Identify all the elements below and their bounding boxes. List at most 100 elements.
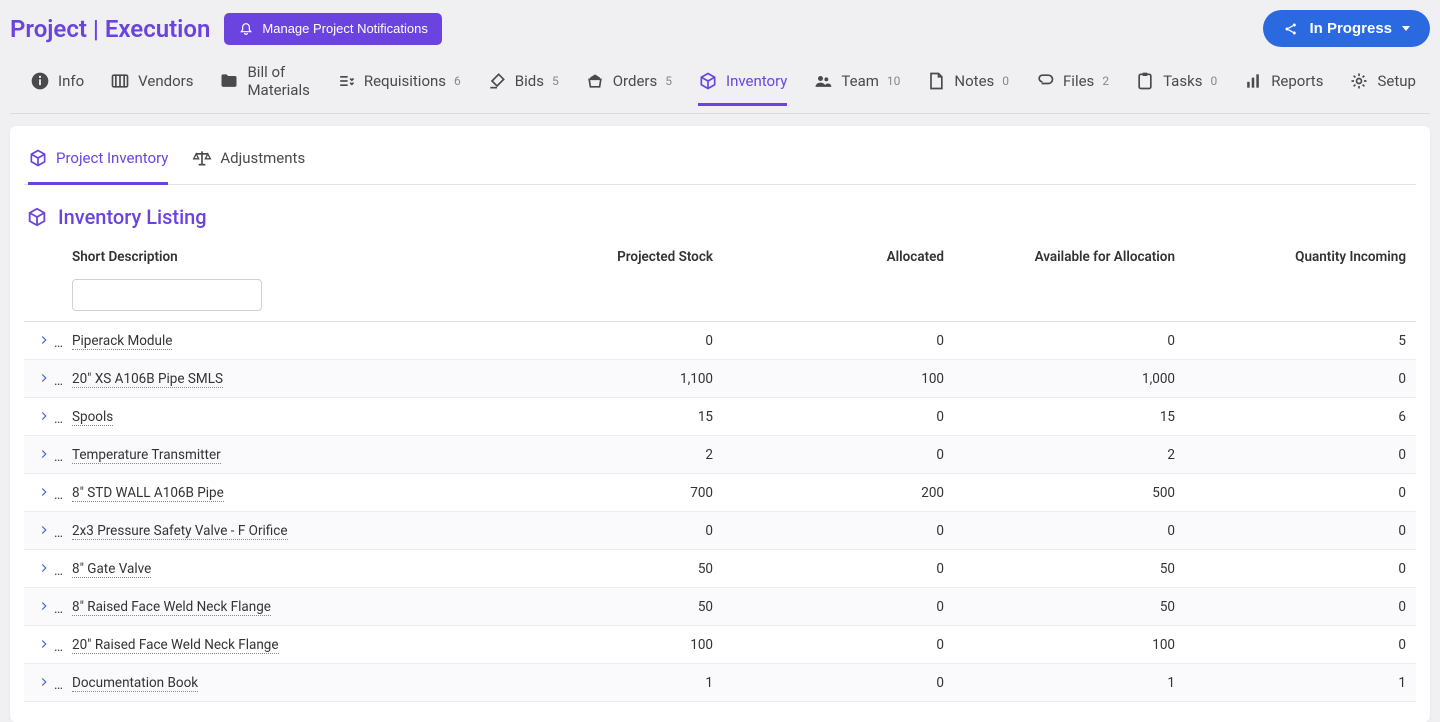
cell-available: 1,000 — [954, 360, 1185, 398]
cell-projected: 100 — [492, 626, 723, 664]
sub-tabs: Project Inventory Adjustments — [24, 142, 1416, 185]
tab-label: Bids — [515, 72, 544, 90]
expand-row-button[interactable] — [34, 330, 54, 350]
tab-inventory[interactable]: Inventory — [698, 61, 787, 106]
table-row: 20" XS A106B Pipe SMLS1,1001001,0000 — [24, 360, 1416, 398]
expand-row-button[interactable] — [34, 520, 54, 540]
tab-notes[interactable]: Notes0 — [926, 61, 1009, 106]
cell-projected: 2 — [492, 436, 723, 474]
tab-bill-of-materials[interactable]: Bill of Materials — [219, 53, 309, 114]
cell-incoming: 0 — [1185, 588, 1416, 626]
cell-available: 1 — [954, 664, 1185, 702]
expand-row-button[interactable] — [34, 444, 54, 464]
expand-row-button[interactable] — [34, 634, 54, 654]
tab-vendors[interactable]: Vendors — [110, 61, 193, 106]
tab-team[interactable]: Team10 — [813, 61, 900, 106]
expand-row-button[interactable] — [34, 672, 54, 692]
main-panel: Project Inventory Adjustments Inventory … — [10, 126, 1430, 722]
chevron-down-icon — [1402, 26, 1410, 31]
col-short-description[interactable]: Short Description — [62, 241, 492, 273]
cell-incoming: 5 — [1185, 322, 1416, 360]
col-allocated[interactable]: Allocated — [723, 241, 954, 273]
cell-description[interactable]: 20" XS A106B Pipe SMLS — [72, 371, 223, 388]
tab-info[interactable]: Info — [30, 61, 84, 106]
chevron-right-icon — [37, 371, 51, 385]
expand-row-button[interactable] — [34, 596, 54, 616]
tab-label: Reports — [1271, 72, 1323, 90]
tasks-icon — [1135, 71, 1155, 91]
chevron-right-icon — [37, 409, 51, 423]
expand-row-button[interactable] — [34, 368, 54, 388]
status-button[interactable]: In Progress — [1263, 10, 1430, 47]
cell-available: 0 — [954, 322, 1185, 360]
tab-count: 6 — [454, 74, 461, 88]
cell-incoming: 1 — [1185, 664, 1416, 702]
cell-description[interactable]: 20" Raised Face Weld Neck Flange — [72, 637, 279, 654]
cell-description[interactable]: 2x3 Pressure Safety Valve - F Orifice — [72, 523, 288, 540]
table-row: Documentation Book1011 — [24, 664, 1416, 702]
cell-available: 0 — [954, 512, 1185, 550]
col-projected-stock[interactable]: Projected Stock — [492, 241, 723, 273]
cell-projected: 700 — [492, 474, 723, 512]
tab-setup[interactable]: Setup — [1349, 61, 1415, 106]
col-incoming[interactable]: Quantity Incoming — [1185, 241, 1416, 273]
box-icon — [26, 206, 48, 228]
cell-projected: 50 — [492, 550, 723, 588]
tab-tasks[interactable]: Tasks0 — [1135, 61, 1217, 106]
tab-bids[interactable]: Bids 5 — [487, 61, 559, 106]
tab-label: Requisitions — [364, 72, 446, 90]
tab-count: 2 — [1102, 74, 1109, 88]
tab-orders[interactable]: Orders5 — [585, 61, 672, 106]
manage-notifications-button[interactable]: Manage Project Notifications — [224, 13, 441, 45]
cell-allocated: 200 — [723, 474, 954, 512]
chevron-right-icon — [37, 447, 51, 461]
cell-available: 15 — [954, 398, 1185, 436]
status-label: In Progress — [1309, 20, 1392, 37]
inventory-table: Short Description Projected Stock Alloca… — [24, 241, 1416, 702]
cell-incoming: 0 — [1185, 474, 1416, 512]
cell-description[interactable]: Piperack Module — [72, 333, 172, 350]
box-icon — [28, 148, 48, 168]
tab-label: Info — [58, 72, 84, 90]
filter-short-description[interactable] — [72, 279, 262, 311]
chevron-right-icon — [37, 561, 51, 575]
col-available[interactable]: Available for Allocation — [954, 241, 1185, 273]
page-title: Project | Execution — [10, 15, 210, 43]
cell-allocated: 0 — [723, 664, 954, 702]
table-row: Piperack Module0005 — [24, 322, 1416, 360]
cell-description[interactable]: Spools — [72, 409, 113, 426]
tab-count: 5 — [665, 74, 672, 88]
subtab-adjustments-label: Adjustments — [220, 149, 305, 167]
tab-label: Notes — [954, 72, 994, 90]
cell-description[interactable]: Documentation Book — [72, 675, 198, 692]
cell-available: 50 — [954, 588, 1185, 626]
tab-label: Setup — [1377, 72, 1415, 90]
chevron-right-icon — [37, 485, 51, 499]
cell-available: 500 — [954, 474, 1185, 512]
tab-count: 0 — [1210, 74, 1217, 88]
table-header-row: Short Description Projected Stock Alloca… — [24, 241, 1416, 273]
cell-description[interactable]: 8" Gate Valve — [72, 561, 151, 578]
info-icon — [30, 71, 50, 91]
team-icon — [813, 71, 833, 91]
cell-description[interactable]: 8" STD WALL A106B Pipe — [72, 485, 224, 502]
expand-row-button[interactable] — [34, 406, 54, 426]
cell-description[interactable]: 8" Raised Face Weld Neck Flange — [72, 599, 271, 616]
cell-description[interactable]: Temperature Transmitter — [72, 447, 221, 464]
expand-row-button[interactable] — [34, 558, 54, 578]
tab-reports[interactable]: Reports — [1243, 61, 1323, 106]
cell-projected: 1,100 — [492, 360, 723, 398]
tab-requisitions[interactable]: Requisitions 6 — [336, 61, 461, 106]
tab-files[interactable]: Files2 — [1035, 61, 1109, 106]
tab-count: 5 — [552, 74, 559, 88]
tab-label: Vendors — [138, 72, 193, 90]
subtab-adjustments[interactable]: Adjustments — [192, 142, 305, 185]
cell-allocated: 0 — [723, 322, 954, 360]
subtab-project-inventory[interactable]: Project Inventory — [28, 142, 168, 185]
cell-allocated: 0 — [723, 436, 954, 474]
cell-incoming: 0 — [1185, 626, 1416, 664]
balance-icon — [192, 148, 212, 168]
expand-row-button[interactable] — [34, 482, 54, 502]
chevron-right-icon — [37, 675, 51, 689]
share-icon — [1283, 21, 1299, 37]
